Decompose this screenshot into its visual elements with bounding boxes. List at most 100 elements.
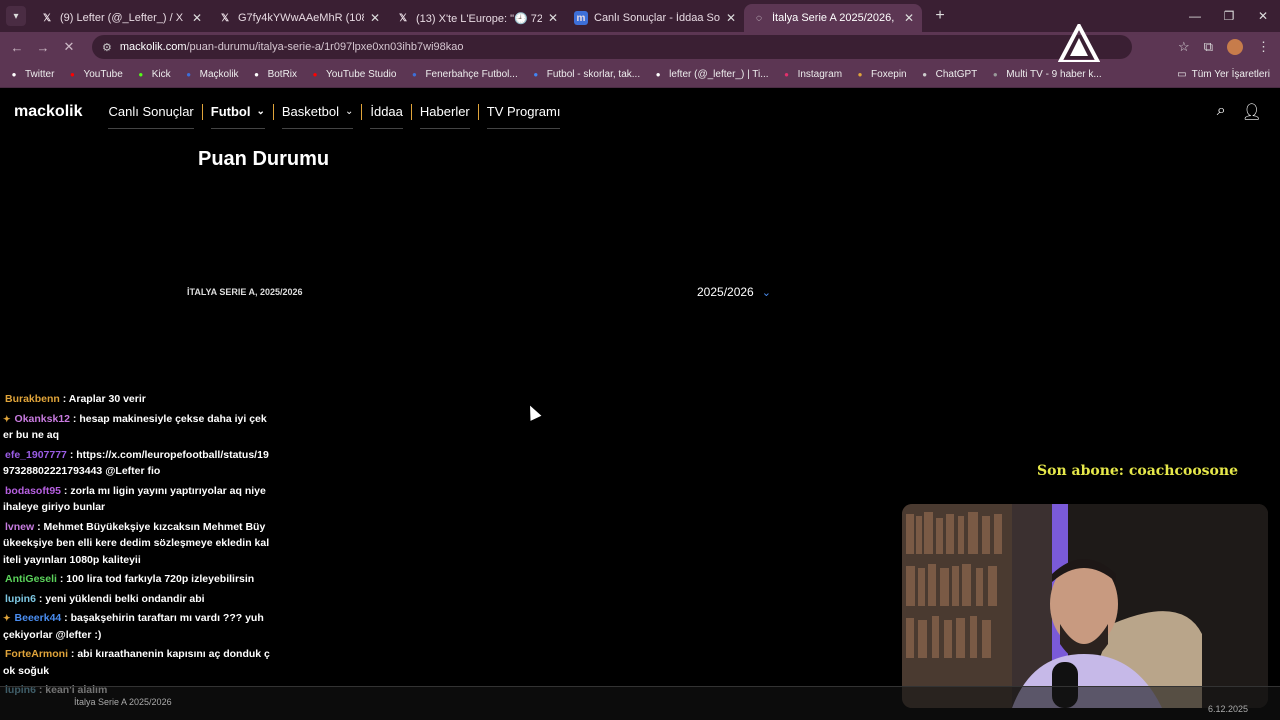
- chat-message: efe_1907777 : https://x.com/leuropefootb…: [3, 447, 270, 480]
- browser-tab[interactable]: m Canlı Sonuçlar - İddaa Sonuçla ✕: [566, 4, 744, 32]
- multitv-icon: ●: [992, 70, 998, 79]
- browser-menu-icon[interactable]: ⋮: [1257, 39, 1270, 55]
- x-logo-icon: 𝕏: [220, 12, 230, 24]
- user-account-icon[interactable]: 👤︎: [1242, 102, 1262, 122]
- season-dropdown[interactable]: 2025/2026 ⌄: [697, 285, 771, 299]
- close-tab-icon[interactable]: ✕: [370, 11, 380, 25]
- nav-item-label: Canlı Sonuçlar: [108, 104, 194, 119]
- site-logo[interactable]: mackolik: [14, 103, 82, 121]
- browser-tab[interactable]: 𝕏 G7fy4kYWwAAeMhR (1080×13 ✕: [210, 4, 388, 32]
- chat-username[interactable]: ForteArmoni: [5, 648, 68, 660]
- address-bar[interactable]: ⚙ mackolik.com/puan-durumu/italya-serie-…: [92, 35, 1132, 59]
- chat-separator: :: [66, 448, 77, 461]
- minimize-icon[interactable]: —: [1178, 9, 1212, 23]
- bookmark-star-icon[interactable]: ☆: [1178, 39, 1190, 55]
- mackolik-icon: m: [574, 11, 588, 25]
- close-window-icon[interactable]: ✕: [1246, 9, 1280, 23]
- bookmark-label: Multi TV - 9 haber k...: [1006, 69, 1102, 80]
- chat-message: lupin6 : yeni yüklendi belki ondandir ab…: [3, 591, 270, 608]
- instagram-icon: ●: [784, 70, 789, 79]
- chat-text: 100 lira tod farkıyla 720p izleyebilirsi…: [66, 573, 255, 585]
- tab-title: Canlı Sonuçlar - İddaa Sonuçla: [594, 12, 720, 24]
- chevron-down-icon: ⌄: [761, 286, 771, 299]
- close-tab-icon[interactable]: ✕: [192, 11, 202, 25]
- all-bookmarks[interactable]: ▭ Tüm Yer İşaretleri: [1177, 69, 1280, 80]
- tab-title: İtalya Serie A 2025/2026, İddaa: [772, 12, 898, 24]
- back-icon[interactable]: ←: [4, 40, 30, 55]
- forward-icon[interactable]: →: [30, 40, 56, 55]
- bookmark-item[interactable]: ● Twitter: [8, 69, 55, 81]
- tiktok-icon: ●: [655, 70, 661, 79]
- nav-item[interactable]: Haberler: [412, 104, 479, 129]
- stop-loading-icon[interactable]: ✕: [56, 39, 82, 55]
- flashscore-icon: ●: [533, 70, 539, 79]
- nav-item[interactable]: TV Programı: [479, 104, 569, 129]
- bookmark-item[interactable]: ● YouTube Studio: [309, 69, 397, 81]
- search-icon[interactable]: ⌕: [1217, 102, 1226, 122]
- site-info-icon[interactable]: ⚙: [102, 41, 112, 54]
- new-tab-icon[interactable]: +: [928, 4, 952, 28]
- bookmark-item[interactable]: ● lefter (@_lefter_) | Ti...: [652, 69, 769, 81]
- bookmark-item[interactable]: ● Foxepin: [854, 69, 907, 81]
- sub-badge-icon: ✦: [3, 613, 11, 623]
- chat-message: ✦ Okanksk12 : hesap makinesiyle çekse dah…: [3, 411, 270, 444]
- chat-username[interactable]: lupin6: [5, 593, 36, 605]
- chat-text: Mehmet Büyükekşiye kızcaksın Mehmet Büyü…: [3, 520, 270, 566]
- bookmark-item[interactable]: ● BotRix: [251, 69, 297, 81]
- chat-separator: :: [61, 484, 71, 497]
- bookmark-item[interactable]: ● YouTube: [66, 69, 123, 81]
- chat-username[interactable]: Okanksk12: [15, 413, 70, 425]
- browser-tab[interactable]: ◌ İtalya Serie A 2025/2026, İddaa ✕: [744, 4, 922, 32]
- bookmark-item[interactable]: ● Instagram: [781, 69, 842, 81]
- bookmark-label: Twitter: [25, 69, 55, 80]
- maximize-icon[interactable]: ❐: [1212, 9, 1246, 23]
- subscriber-alert: Son abone: coachcoosone: [1037, 463, 1238, 479]
- browser-tab[interactable]: 𝕏 (13) X'te L'Europe: "🕘 72' Sass ✕: [388, 4, 566, 32]
- chat-username[interactable]: Beeerk44: [15, 612, 62, 624]
- chat-username[interactable]: bodasoft95: [5, 485, 61, 497]
- bookmark-item[interactable]: ● Kick: [135, 69, 170, 81]
- bookmark-item[interactable]: ● Maçkolik: [183, 69, 238, 81]
- chat-username[interactable]: AntiGeseli: [5, 573, 57, 585]
- bookmark-label: YouTube: [83, 69, 123, 80]
- taskbar-window-title[interactable]: İtalya Serie A 2025/2026: [74, 697, 172, 707]
- page-title: Puan Durumu: [198, 148, 330, 170]
- chat-username[interactable]: lvnew: [5, 521, 34, 533]
- sub-badge-icon: ✦: [3, 413, 11, 424]
- bookmark-item[interactable]: ● Multi TV - 9 haber k...: [989, 69, 1102, 81]
- url-path: /puan-durumu/italya-serie-a/1r097lpxe0xn…: [186, 41, 464, 53]
- close-tab-icon[interactable]: ✕: [726, 11, 736, 25]
- tab-search-icon[interactable]: ▾: [6, 6, 26, 26]
- nav-item[interactable]: İddaa: [362, 104, 412, 129]
- youtube-studio-icon: ●: [312, 70, 318, 79]
- nav-underline: [486, 128, 561, 129]
- nav-item[interactable]: Canlı Sonuçlar: [100, 104, 203, 129]
- nav-underline: [281, 128, 354, 129]
- chat-message: lvnew : Mehmet Büyükekşiye kızcaksın Meh…: [3, 519, 270, 569]
- chat-username[interactable]: Burakbenn: [5, 393, 60, 405]
- taskbar: [0, 686, 1280, 720]
- bookmark-item[interactable]: ● Futbol - skorlar, tak...: [530, 69, 640, 81]
- extensions-icon[interactable]: ⧉: [1204, 39, 1213, 55]
- chat-text: yeni yüklendi belki ondandir abi: [45, 592, 205, 605]
- bookmark-item[interactable]: ● ChatGPT: [919, 69, 978, 81]
- x-icon: ●: [11, 70, 17, 79]
- nav-underline: [108, 128, 194, 129]
- bookmark-label: ChatGPT: [935, 69, 978, 80]
- nav-item-label: İddaa: [370, 104, 403, 119]
- nav-item[interactable]: Futbol ⌄: [203, 104, 274, 129]
- bookmark-label: YouTube Studio: [326, 69, 397, 80]
- close-tab-icon[interactable]: ✕: [548, 11, 558, 25]
- browser-tab[interactable]: 𝕏 (9) Lefter (@_Lefter_) / X ✕: [32, 4, 210, 32]
- x-logo-icon: 𝕏: [42, 12, 52, 24]
- chevron-down-icon: ⌄: [344, 106, 354, 117]
- foxepin-icon: ●: [857, 70, 863, 79]
- chat-username[interactable]: efe_1907777: [5, 449, 67, 461]
- tab-title: G7fy4kYWwAAeMhR (1080×13: [238, 12, 364, 24]
- profile-avatar[interactable]: [1227, 39, 1243, 55]
- bookmark-item[interactable]: ● Fenerbahçe Futbol...: [408, 69, 518, 81]
- chat-separator: :: [34, 520, 44, 533]
- close-tab-icon[interactable]: ✕: [904, 11, 914, 25]
- nav-item[interactable]: Basketbol ⌄: [274, 104, 363, 129]
- chatgpt-icon: ●: [922, 70, 928, 79]
